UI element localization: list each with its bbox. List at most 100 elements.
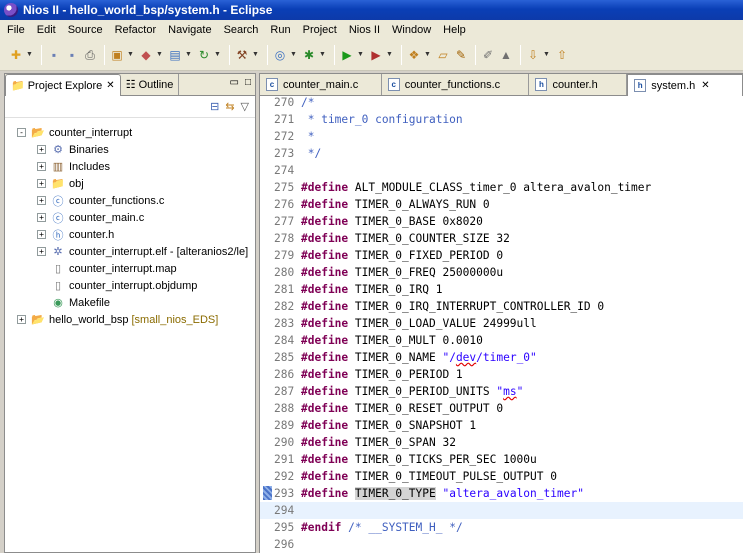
line-number: 287 [274,385,295,398]
tree-item[interactable]: + 📁 obj [5,175,255,192]
code-line: 270 /* [260,94,743,111]
c-file-icon: ⓒ [52,212,64,225]
dropdown-arrow-icon[interactable]: ▼ [252,51,259,58]
dropdown-arrow-icon[interactable]: ▼ [357,51,364,58]
expand-toggle[interactable]: + [17,315,26,324]
new-class-icon[interactable]: ◆ [138,47,154,63]
menu-run[interactable]: Run [265,24,297,36]
dropdown-arrow-icon[interactable]: ▼ [127,51,134,58]
next-annotation-icon[interactable]: ⇩ [525,47,541,63]
dropdown-arrow-icon[interactable]: ▼ [386,51,393,58]
pin-icon[interactable]: ▲ [498,47,514,63]
expand-toggle[interactable]: + [37,230,46,239]
open-folder-icon[interactable]: ▱ [435,47,451,63]
expand-toggle[interactable]: + [37,145,46,154]
tree-item[interactable]: + ▥ Includes [5,158,255,175]
menu-search[interactable]: Search [219,24,266,36]
dropdown-arrow-icon[interactable]: ▼ [26,51,33,58]
menu-nios-ii[interactable]: Nios II [344,24,387,36]
dropdown-arrow-icon[interactable]: ▼ [543,51,550,58]
tree-item-label: Makefile [69,296,110,309]
external-tools-icon[interactable]: ▶ [368,47,384,63]
collapse-toggle[interactable]: - [17,128,26,137]
build-icon[interactable]: ⚒ [234,47,250,63]
dropdown-arrow-icon[interactable]: ▼ [214,51,221,58]
code-token: ms [503,385,517,398]
outline-icon: ☷ [125,79,136,91]
tree-item[interactable]: + ⓒ counter_main.c [5,209,255,226]
menu-navigate[interactable]: Navigate [163,24,218,36]
toggle-mark-icon[interactable]: ✐ [480,47,496,63]
tree-item[interactable]: + 📂 hello_world_bsp [small_nios_EDS] [5,311,255,328]
code-token: "altera_avalon_timer" [442,487,584,500]
print-icon[interactable]: ⎙ [82,47,98,63]
close-icon[interactable]: ✕ [106,80,114,91]
tree-item[interactable]: - 📂 counter_interrupt [5,124,255,141]
maximize-icon[interactable]: □ [245,77,251,88]
collapse-all-icon[interactable]: ⊟ [210,100,219,113]
edit-icon[interactable]: ✎ [453,47,469,63]
tab-system-h[interactable]: h system.h ✕ [627,74,743,96]
tab-counter-main-c[interactable]: c counter_main.c [260,74,382,95]
expand-toggle[interactable]: + [37,162,46,171]
new-source-icon[interactable]: ▤ [167,47,183,63]
code-text: #define TIMER_0_PERIOD_UNITS "ms" [301,383,523,400]
code-token: TIMER_0_PERIOD_UNITS [348,385,497,398]
save-icon[interactable]: ▪ [46,47,62,63]
occurrence-marker-icon[interactable] [263,486,272,500]
tree-item[interactable]: + ⚙ Binaries [5,141,255,158]
link-editor-icon[interactable]: ⇆ [225,100,234,113]
menu-source[interactable]: Source [63,24,110,36]
tree-item[interactable]: ▯ counter_interrupt.objdump [5,277,255,294]
toolbar-separator [520,44,521,65]
tab-counter-functions-c[interactable]: c counter_functions.c [382,74,530,95]
open-type-icon[interactable]: ❖ [406,47,422,63]
tab-project-explorer[interactable]: 📁 Project Explore ✕ [5,74,121,96]
tab-outline[interactable]: ☷ Outline [121,74,180,95]
refresh-icon[interactable]: ↻ [196,47,212,63]
save-all-icon[interactable]: ▪ [64,47,80,63]
menu-help[interactable]: Help [438,24,473,36]
view-menu-icon[interactable]: ▽ [241,100,249,113]
expand-toggle[interactable]: + [37,196,46,205]
code-text: #define TIMER_0_NAME "/dev/timer_0" [301,349,537,366]
dropdown-arrow-icon[interactable]: ▼ [156,51,163,58]
minimize-icon[interactable]: ▭ [230,77,239,88]
new-folder-icon[interactable]: ▣ [109,47,125,63]
tree-item-label: Includes [69,160,110,173]
tree-item[interactable]: + ⓒ counter_functions.c [5,192,255,209]
new-icon[interactable]: ✚ [8,47,24,63]
line-number: 280 [274,266,295,279]
dropdown-arrow-icon[interactable]: ▼ [319,51,326,58]
tab-counter-h[interactable]: h counter.h [529,74,628,95]
c-file-icon: c [266,78,278,91]
close-icon[interactable]: ✕ [701,80,709,91]
menu-edit[interactable]: Edit [32,24,63,36]
menu-project[interactable]: Project [298,24,344,36]
code-line: 289 #define TIMER_0_SNAPSHOT 1 [260,417,743,434]
dropdown-arrow-icon[interactable]: ▼ [290,51,297,58]
expand-toggle[interactable]: + [37,247,46,256]
debug-icon[interactable]: ✱ [301,47,317,63]
tab-label: counter.h [552,78,598,91]
tree-item[interactable]: + ⓗ counter.h [5,226,255,243]
dropdown-arrow-icon[interactable]: ▼ [185,51,192,58]
expand-toggle[interactable]: + [37,213,46,222]
tree-item[interactable]: ▯ counter_interrupt.map [5,260,255,277]
menu-refactor[interactable]: Refactor [110,24,164,36]
code-line: 276 #define TIMER_0_ALWAYS_RUN 0 [260,196,743,213]
tree-item[interactable]: ◉ Makefile [5,294,255,311]
menu-window[interactable]: Window [387,24,438,36]
menu-file[interactable]: File [2,24,32,36]
code-line: 274 [260,162,743,179]
code-line: 275 #define ALT_MODULE_CLASS_timer_0 alte… [260,179,743,196]
target-icon[interactable]: ◎ [272,47,288,63]
dropdown-arrow-icon[interactable]: ▼ [424,51,431,58]
run-icon[interactable]: ▶ [339,47,355,63]
prev-annotation-icon[interactable]: ⇧ [554,47,570,63]
tree-item[interactable]: + ✲ counter_interrupt.elf - [alteranios2/l… [5,243,255,260]
expand-toggle[interactable]: + [37,179,46,188]
line-number: 290 [274,436,295,449]
code-line: 288 #define TIMER_0_RESET_OUTPUT 0 [260,400,743,417]
tree-item-decoration: [small_nios_EDS] [131,313,219,326]
